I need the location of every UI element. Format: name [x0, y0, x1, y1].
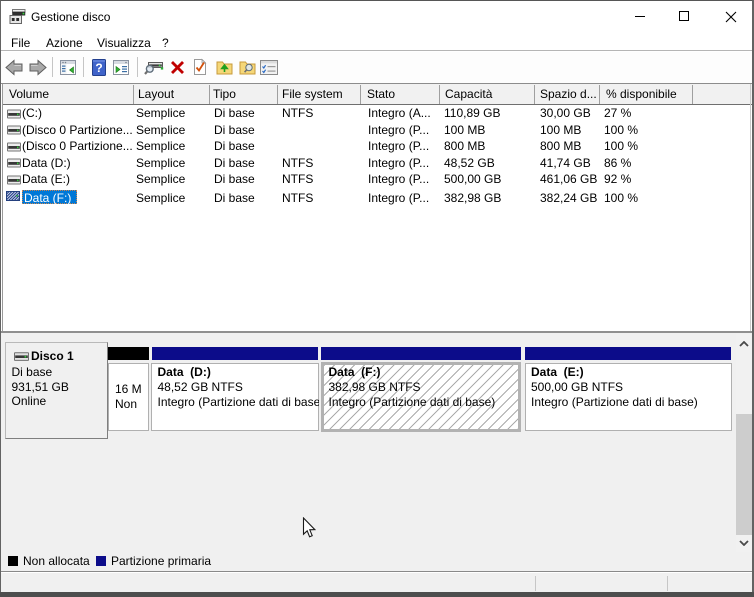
svg-text:?: ? [95, 61, 102, 75]
